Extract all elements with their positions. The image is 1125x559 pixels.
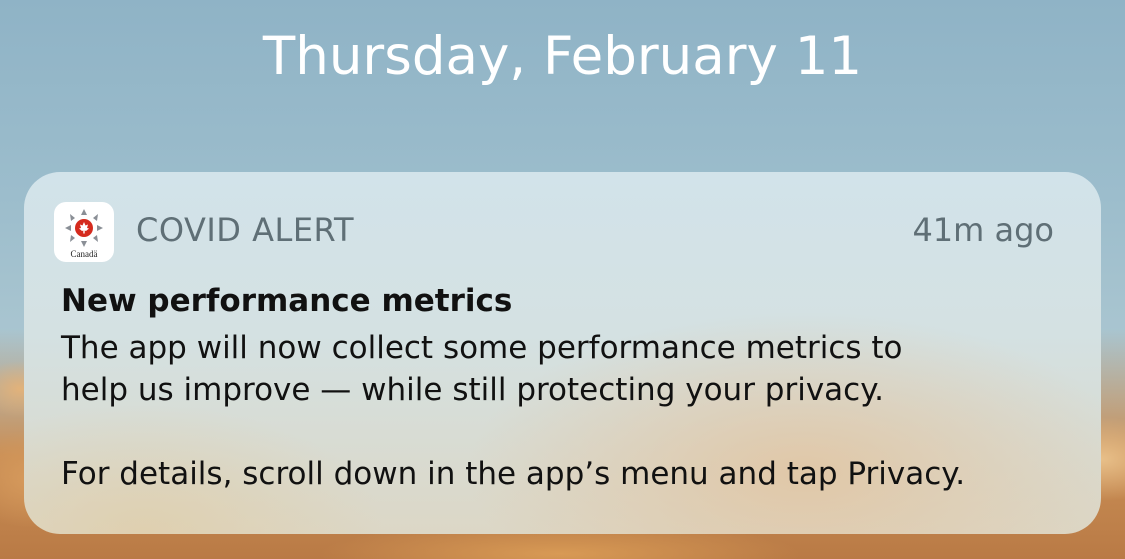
canada-wordmark: Canadä (70, 249, 98, 259)
notification-body: The app will now collect some performanc… (61, 327, 1071, 495)
covid-alert-app-icon: Canadä (54, 202, 114, 262)
notification-card[interactable]: Canadä COVID ALERT 41m ago New performan… (24, 172, 1101, 534)
notification-timestamp: 41m ago (912, 211, 1054, 249)
notification-body-paragraph: For details, scroll down in the app’s me… (61, 456, 966, 492)
notification-app-name: COVID ALERT (136, 211, 354, 249)
notification-body-paragraph: The app will now collect some performanc… (61, 330, 903, 408)
lock-screen-date: Thursday, February 11 (262, 26, 863, 87)
notification-title: New performance metrics (61, 283, 513, 319)
